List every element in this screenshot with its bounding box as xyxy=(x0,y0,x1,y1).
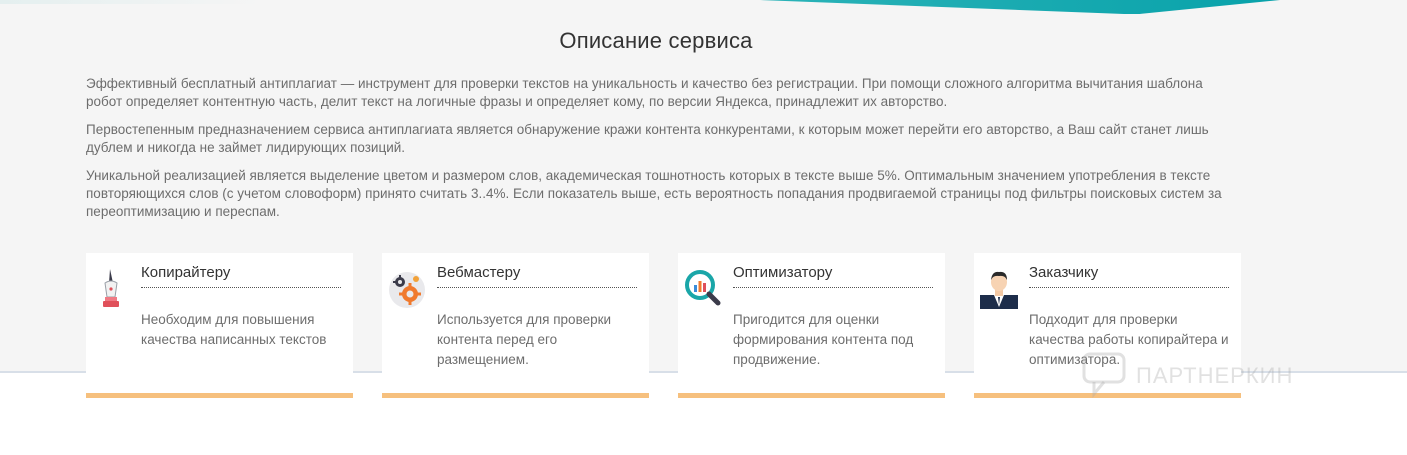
card-title: Оптимизатору xyxy=(733,264,933,288)
card-webmaster: Вебмастеру Используется для проверки кон… xyxy=(382,253,649,398)
gears-icon xyxy=(388,267,426,309)
businessman-icon xyxy=(980,267,1018,309)
pen-nib-icon xyxy=(92,267,130,309)
magnifier-chart-icon xyxy=(684,267,722,309)
card-text: Пригодится для оценки формирования конте… xyxy=(733,312,914,367)
description-paragraph: Уникальной реализацией является выделени… xyxy=(86,168,1222,219)
watermark: ПАРТНЕРКИН xyxy=(1080,348,1293,404)
card-text: Используется для проверки контента перед… xyxy=(437,312,612,367)
card-title: Заказчику xyxy=(1029,264,1229,288)
card-title: Копирайтеру xyxy=(141,264,341,288)
service-description: Эффективный бесплатный антиплагиат — инс… xyxy=(86,75,1236,231)
description-paragraph: Эффективный бесплатный антиплагиат — инс… xyxy=(86,76,1203,109)
watermark-logo-icon xyxy=(1080,348,1130,404)
card-text: Необходим для повышения качества написан… xyxy=(141,312,327,347)
section-title: Описание сервиса xyxy=(559,28,753,53)
header-decoration-left xyxy=(0,0,260,4)
watermark-text: ПАРТНЕРКИН xyxy=(1136,363,1294,388)
card-title: Вебмастеру xyxy=(437,264,637,288)
card-optimizer: Оптимизатору Пригодится для оценки форми… xyxy=(678,253,945,398)
card-copywriter: Копирайтеру Необходим для повышения каче… xyxy=(86,253,353,398)
description-paragraph: Первостепенным предназначением сервиса а… xyxy=(86,122,1209,155)
